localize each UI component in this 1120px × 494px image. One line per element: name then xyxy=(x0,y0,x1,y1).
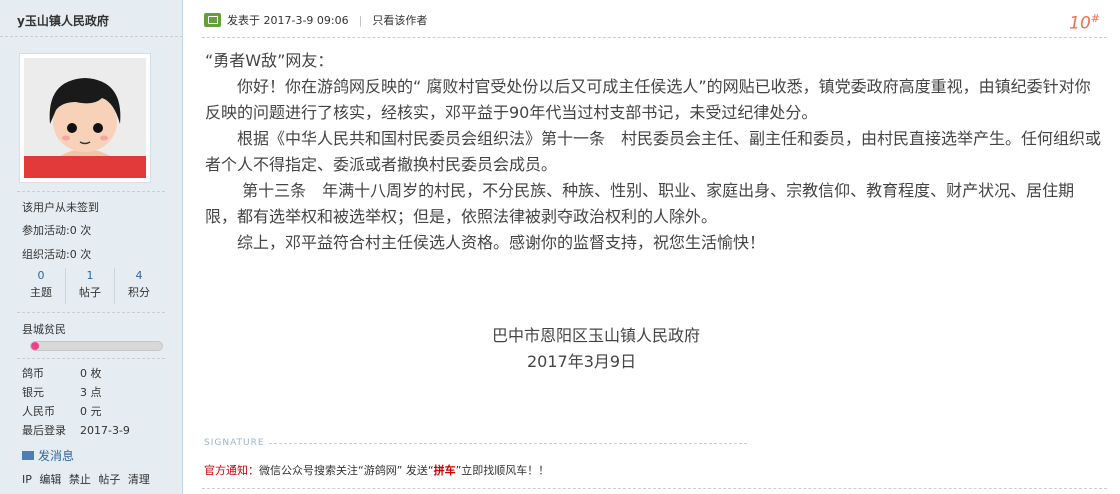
signature-label: SIGNATURE xyxy=(204,438,265,448)
online-status-icon xyxy=(204,13,221,27)
envelope-icon xyxy=(22,451,34,460)
detail-key: 最后登录 xyxy=(22,424,66,437)
author-name[interactable]: y玉山镇人民政府 xyxy=(17,12,109,29)
stat-posts-label: 帖子 xyxy=(79,286,101,299)
tool-posts[interactable]: 帖子 xyxy=(98,473,120,486)
join-activity-value: 0 次 xyxy=(69,224,92,237)
post-content: “勇者W敌”网友： 你好！你在游鸽网反映的“ 腐败村官受处份以后又可成主任侯选人… xyxy=(205,48,1105,256)
post-paragraph: 第十三条 年满十八周岁的村民，不分民族、种族、性别、职业、家庭出身、宗教信仰、教… xyxy=(205,181,1075,226)
post-paragraph: 你好！你在游鸽网反映的“ 腐败村官受处份以后又可成主任侯选人”的网贴已收悉，镇党… xyxy=(205,77,1091,122)
user-stats: 0 主题 1 帖子 4 积分 xyxy=(17,268,163,304)
signin-status: 该用户从未签到 xyxy=(22,201,99,214)
join-activity-label: 参加活动: xyxy=(22,224,70,237)
notice-keyword: 拼车 xyxy=(433,464,456,477)
org-activity-value: 0 次 xyxy=(69,248,92,261)
detail-key: 银元 xyxy=(22,386,44,399)
post-header: 发表于 2017-3-9 09:06 | 只看该作者 xyxy=(204,12,427,28)
org-activity: 组织活动:0 次 xyxy=(22,246,91,262)
floor-number[interactable]: 10# xyxy=(1069,12,1100,34)
detail-row: 鸽币 0 枚 xyxy=(22,365,102,381)
divider xyxy=(269,443,747,444)
tool-edit[interactable]: 编辑 xyxy=(39,473,61,486)
detail-value: 2017-3-9 xyxy=(80,424,130,437)
stat-threads[interactable]: 0 主题 xyxy=(17,268,66,304)
stat-threads-count[interactable]: 0 xyxy=(17,268,65,284)
avatar[interactable] xyxy=(19,53,151,183)
only-author-link[interactable]: 只看该作者 xyxy=(372,12,427,28)
tool-clean[interactable]: 清理 xyxy=(128,473,150,486)
sign-organization: 巴中市恩阳区玉山镇人民政府 xyxy=(492,326,701,345)
divider xyxy=(17,312,165,313)
divider xyxy=(17,191,165,192)
detail-key: 鸽币 xyxy=(22,367,44,380)
join-activity: 参加活动:0 次 xyxy=(22,222,91,238)
official-notice[interactable]: 官方通知：微信公众号搜索关注“游鸽网” 发送“拼车”立即找顺风车！！ xyxy=(204,462,549,478)
avatar-image xyxy=(24,58,146,178)
stat-points[interactable]: 4 积分 xyxy=(115,268,163,304)
author-sidebar: y玉山镇人民政府 该用户从未签到 参加活动:0 次 组织活动:0 次 0 主题 … xyxy=(0,0,183,494)
post-paragraph: “勇者W敌”网友： xyxy=(205,51,334,70)
notice-prefix: 官方通知： xyxy=(204,464,259,477)
stat-points-label: 积分 xyxy=(128,286,150,299)
floor-hash-mark: # xyxy=(1090,12,1100,25)
detail-row: 最后登录 2017-3-9 xyxy=(22,422,130,438)
tool-ban[interactable]: 禁止 xyxy=(69,473,91,486)
level-progress-fill xyxy=(31,342,39,350)
stat-threads-label: 主题 xyxy=(30,286,52,299)
org-activity-label: 组织活动: xyxy=(22,248,70,261)
admin-tools: IP 编辑 禁止 帖子 清理 xyxy=(22,471,154,487)
divider xyxy=(0,36,183,37)
detail-key: 人民币 xyxy=(22,405,55,418)
post-paragraph: 根据《中华人民共和国村民委员会组织法》第十一条 村民委员会主任、副主任和委员，由… xyxy=(205,129,1102,174)
divider xyxy=(17,358,165,359)
notice-suffix: ”立即找顺风车！！ xyxy=(455,464,550,477)
stat-points-count[interactable]: 4 xyxy=(115,268,163,284)
level-progress-bar xyxy=(30,341,163,351)
stat-posts-count[interactable]: 1 xyxy=(66,268,114,284)
notice-text: 微信公众号搜索关注“游鸽网” 发送“ xyxy=(259,464,434,477)
divider xyxy=(202,37,1107,38)
send-message-label: 发消息 xyxy=(38,449,75,463)
detail-row: 人民币 0 元 xyxy=(22,403,102,419)
tool-ip[interactable]: IP xyxy=(22,473,32,486)
user-group[interactable]: 县城贫民 xyxy=(22,321,66,337)
divider xyxy=(202,488,1107,489)
sign-date: 2017年3月9日 xyxy=(527,352,637,371)
detail-value: 0 元 xyxy=(80,405,102,418)
post-time: 发表于 2017-3-9 09:06 xyxy=(227,14,349,27)
post-main: 发表于 2017-3-9 09:06 | 只看该作者 10# “勇者W敌”网友：… xyxy=(184,0,1120,494)
send-message-link[interactable]: 发消息 xyxy=(22,447,74,464)
separator: | xyxy=(358,13,363,27)
stat-posts[interactable]: 1 帖子 xyxy=(66,268,115,304)
detail-row: 银元 3 点 xyxy=(22,384,102,400)
floor-number-value: 10 xyxy=(1069,13,1091,34)
detail-value: 0 枚 xyxy=(80,367,102,380)
post-paragraph: 综上，邓平益符合村主任侯选人资格。感谢你的监督支持，祝您生活愉快！ xyxy=(205,233,766,252)
detail-value: 3 点 xyxy=(80,386,102,399)
